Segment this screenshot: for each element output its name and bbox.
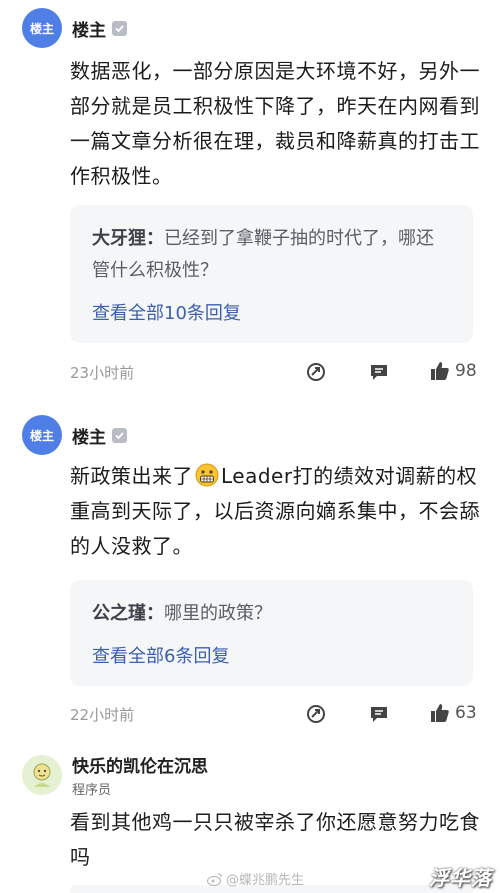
cartoon-avatar-icon (22, 755, 62, 795)
view-all-replies-link[interactable]: 查看全部6条回复 (92, 642, 229, 668)
weibo-logo-icon (207, 872, 223, 886)
avatar-label: 楼主 (29, 21, 54, 36)
like-count: 98 (455, 361, 477, 381)
grimacing-face-icon (195, 463, 219, 487)
avatar[interactable]: 楼主 (22, 8, 62, 48)
thumbs-up-icon (431, 362, 449, 380)
forward-icon[interactable] (306, 704, 326, 724)
timestamp: 22小时前 (70, 705, 135, 724)
author-name[interactable]: 快乐的凯伦在沉思 (72, 752, 208, 777)
comment-body: 数据恶化，一部分原因是大环境不好，另外一部分就是员工积极性下降了，昨天在内网看到… (70, 59, 480, 188)
like-count: 63 (455, 703, 477, 723)
author-name[interactable]: 楼主 (72, 423, 106, 448)
avatar[interactable]: 楼主 (22, 415, 62, 455)
author-title: 程序员 (72, 783, 112, 798)
reply-preview[interactable]: 大牙狸：已经到了拿鞭子抽的时代了，哪还管什么积极性？ 查看全部10条回复 (70, 205, 473, 343)
comment-body: 看到其他鸡一只只被宰杀了你还愿意努力吃食吗 (70, 810, 480, 869)
watermark-text: @蝶兆鹏先生 (226, 873, 305, 888)
reply-preview[interactable]: 公之瑾：哪里的政策？ 查看全部6条回复 (70, 580, 473, 686)
comment-icon[interactable] (369, 362, 389, 382)
reply-content: 哪里的政策？ (164, 603, 272, 624)
comment-post: 楼主 楼主 数据恶化，一部分原因是大环境不好，另外一部分就是员工积极性下降了，昨… (0, 6, 500, 396)
comment-meta: 23小时前 98 (70, 360, 482, 384)
like-button[interactable]: 63 (430, 703, 477, 723)
comment-body: 新政策出来了 Leader打的绩效对调薪的权重高到天际了，以后资源向嫡系集中，不会… (70, 459, 482, 564)
avatar[interactable] (22, 755, 62, 795)
reply-text: 公之瑾：哪里的政策？ (92, 598, 451, 630)
thumbs-up-icon (431, 704, 449, 722)
watermark: @蝶兆鹏先生 (207, 869, 304, 888)
body-text-part: 新政策出来了 (70, 464, 193, 488)
view-all-replies-link[interactable]: 查看全部10条回复 (92, 299, 241, 325)
reply-text: 大牙狸：已经到了拿鞭子抽的时代了，哪还管什么积极性？ (92, 223, 451, 287)
comment-meta: 22小时前 63 (70, 702, 482, 726)
reply-author[interactable]: 大牙狸： (92, 228, 164, 249)
comment-header: 楼主 楼主 (22, 6, 127, 50)
verified-badge-icon (112, 427, 127, 443)
comment-post: 楼主 楼主 新政策出来了 Leader打的绩效对调薪的权重高到天际了，以后资源向嫡… (0, 413, 500, 733)
comment-header: 楼主 楼主 (22, 413, 127, 457)
forward-icon[interactable] (306, 362, 326, 382)
brand-watermark: 浮华落 (429, 866, 492, 890)
reply-author[interactable]: 公之瑾： (92, 603, 164, 624)
author-name[interactable]: 楼主 (72, 16, 106, 41)
avatar-label: 楼主 (29, 428, 54, 443)
comment-header: 快乐的凯伦在沉思 程序员 (22, 752, 208, 798)
like-button[interactable]: 98 (430, 361, 477, 381)
verified-badge-icon (112, 20, 127, 36)
timestamp: 23小时前 (70, 363, 135, 382)
comment-icon[interactable] (369, 704, 389, 724)
